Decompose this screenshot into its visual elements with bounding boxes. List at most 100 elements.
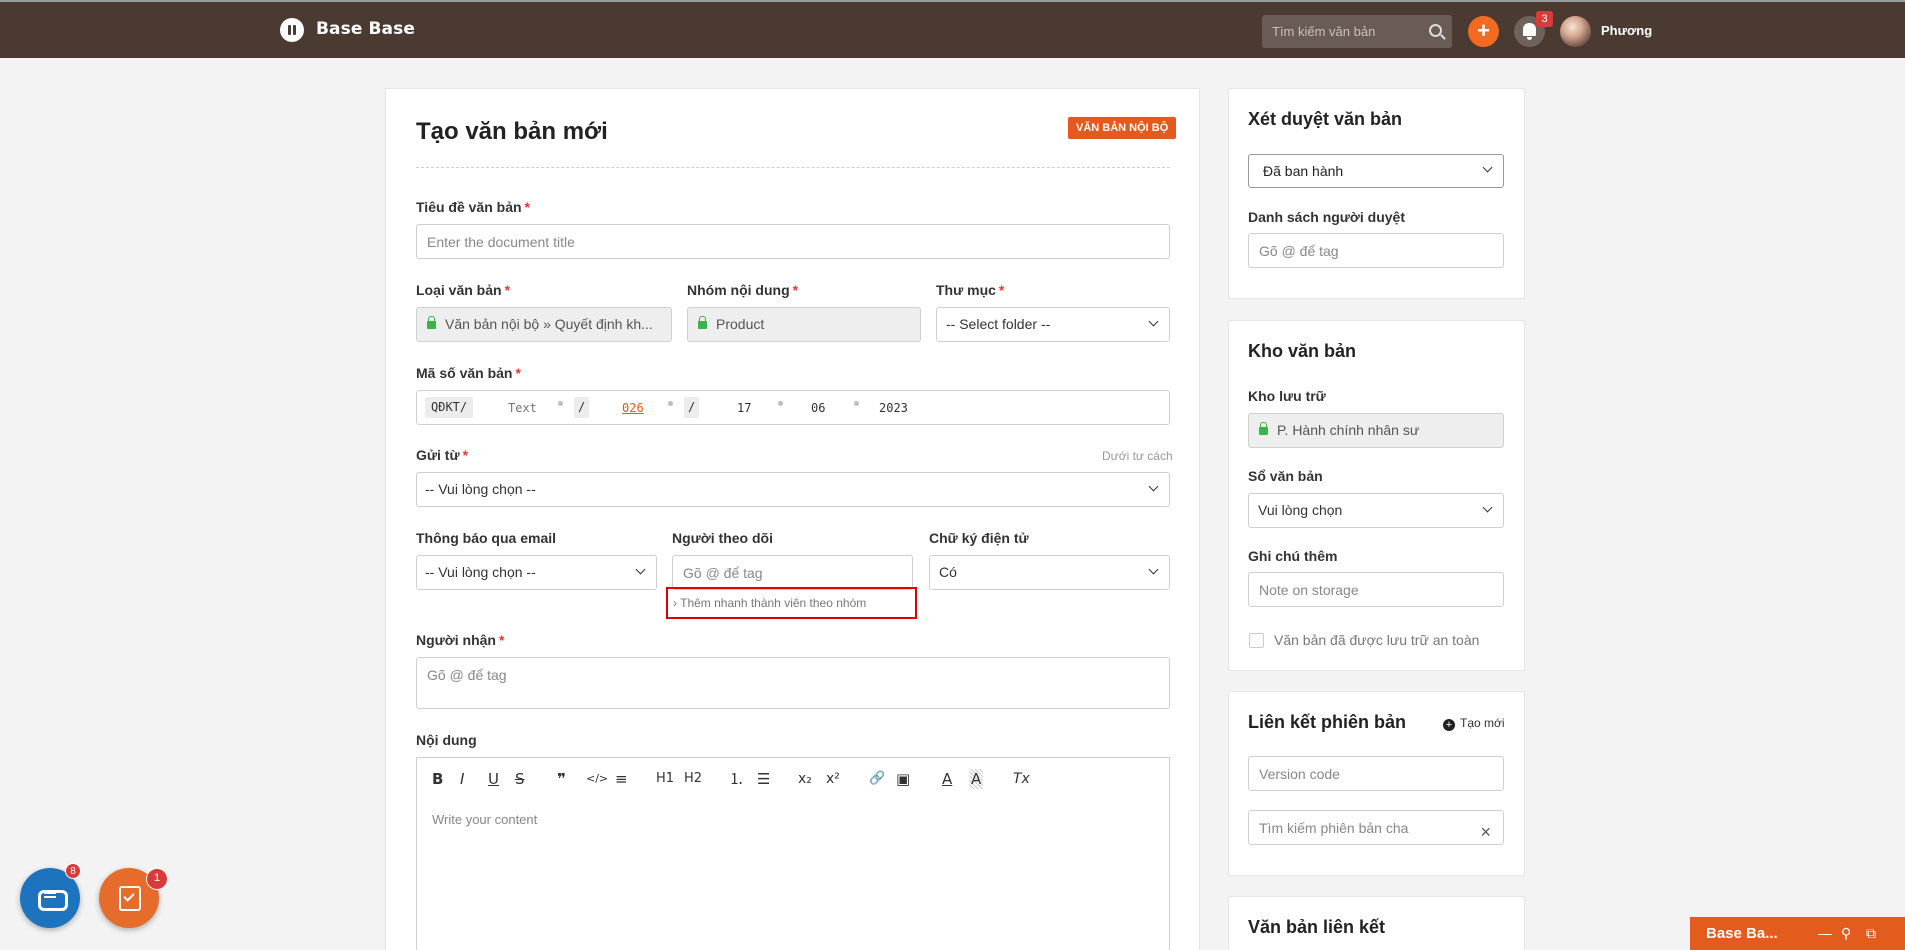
create-plus-button[interactable]: + — [1468, 16, 1499, 47]
task-badge: 1 — [146, 868, 168, 890]
doc-title-input[interactable] — [427, 225, 1169, 258]
group-label: Nhóm nội dung * — [687, 282, 799, 298]
code-number[interactable]: 026 — [622, 401, 644, 415]
book-select[interactable]: Vui lòng chọn — [1248, 493, 1504, 528]
book-label: Sổ văn bản — [1248, 468, 1323, 484]
linked-documents-title: Văn bản liên kết — [1248, 917, 1386, 937]
clear-format-button[interactable]: Tx — [1013, 769, 1030, 789]
open-external-icon[interactable]: ⧉ — [1866, 925, 1876, 942]
doc-title-field[interactable] — [416, 224, 1170, 259]
chevron-down-icon — [635, 564, 646, 575]
follower-field[interactable] — [672, 555, 913, 590]
create-new-version-button[interactable]: + Tạo mới — [1443, 716, 1505, 731]
background-color-button[interactable]: A — [969, 769, 984, 789]
folder-select[interactable]: -- Select folder -- — [936, 307, 1170, 342]
code-day[interactable]: 17 — [737, 401, 751, 415]
align-button[interactable]: ≡ — [615, 769, 628, 789]
subscript-button[interactable]: x₂ — [798, 769, 812, 789]
ordered-list-button[interactable]: ⒈ — [729, 769, 744, 789]
review-status-select[interactable]: Đã ban hành — [1248, 154, 1504, 188]
version-code-field[interactable] — [1248, 756, 1504, 791]
minimized-window[interactable]: Base Ba... — ⚲ ⧉ — [1690, 917, 1905, 950]
text-color-button[interactable]: A — [942, 769, 952, 789]
lock-icon — [427, 316, 436, 329]
chevron-down-icon — [1482, 502, 1493, 513]
approvers-label: Danh sách người duyệt — [1248, 209, 1406, 225]
group-field: Product — [687, 307, 921, 342]
e-signature-select[interactable]: Có — [929, 555, 1170, 590]
image-button[interactable]: ▣ — [896, 769, 910, 789]
follower-input[interactable] — [683, 556, 912, 589]
approvers-input[interactable] — [1259, 234, 1503, 267]
underline-button[interactable]: U — [488, 769, 499, 789]
heading1-button[interactable]: H1 — [656, 769, 674, 789]
content-editor[interactable]: Write your content — [416, 798, 1170, 950]
divider — [416, 167, 1170, 168]
archive-label: Kho lưu trữ — [1248, 388, 1326, 404]
separator-dot — [558, 401, 563, 406]
quick-add-group-link[interactable]: › Thêm nhanh thành viên theo nhóm — [666, 587, 917, 619]
follower-label: Người theo dõi — [672, 530, 773, 546]
search-icon[interactable]: ⚲ — [1841, 925, 1851, 942]
type-label: Loại văn bản * — [416, 282, 511, 298]
code-slash: / — [684, 397, 700, 418]
doc-title-label: Tiêu đề văn bản * — [416, 199, 530, 215]
quote-button[interactable]: ❞ — [557, 769, 566, 789]
search-icon[interactable] — [1429, 24, 1442, 37]
from-label: Gửi từ * — [416, 447, 469, 463]
code-block-button[interactable]: </> — [586, 769, 608, 789]
recipient-field[interactable] — [416, 657, 1170, 709]
parent-version-field[interactable]: × — [1248, 810, 1504, 845]
from-hint[interactable]: Dưới tư cách — [1102, 449, 1173, 463]
minimized-window-title[interactable]: Base Ba... — [1706, 925, 1778, 942]
version-code-input[interactable] — [1259, 757, 1503, 790]
bullet-list-button[interactable]: ☰ — [757, 769, 770, 789]
bold-button[interactable]: B — [432, 769, 443, 789]
italic-button[interactable]: I — [460, 769, 464, 789]
top-navigation-bar: Base Base + 3 Phương — [0, 0, 1905, 58]
note-input[interactable] — [1259, 573, 1503, 606]
link-button[interactable]: 🔗 — [869, 769, 885, 789]
base-logo-icon[interactable] — [280, 18, 304, 42]
user-name[interactable]: Phương — [1601, 23, 1652, 38]
search-input[interactable] — [1262, 15, 1422, 48]
chevron-down-icon — [1482, 162, 1493, 173]
content-label: Nội dung — [416, 732, 477, 748]
avatar[interactable] — [1560, 16, 1591, 47]
document-code-field[interactable]: QĐKT/ Text / 026 / 17 06 2023 — [416, 390, 1170, 425]
folder-label: Thư mục * — [936, 282, 1005, 298]
email-notify-select[interactable]: -- Vui lòng chọn -- — [416, 555, 657, 590]
page-title: Tạo văn bản mới — [416, 118, 608, 145]
internal-document-badge: VĂN BẢN NỘI BỘ — [1068, 117, 1177, 139]
code-slash: / — [574, 397, 590, 418]
parent-version-input[interactable] — [1259, 811, 1469, 844]
approvers-field[interactable] — [1248, 233, 1504, 268]
clear-icon[interactable]: × — [1480, 816, 1491, 844]
heading2-button[interactable]: H2 — [684, 769, 702, 789]
e-signature-label: Chữ ký điện tử — [929, 530, 1029, 546]
content-placeholder: Write your content — [432, 812, 538, 827]
strike-button[interactable]: S — [515, 769, 525, 789]
code-month[interactable]: 06 — [811, 401, 825, 415]
minimize-icon[interactable]: — — [1818, 925, 1832, 941]
superscript-button[interactable]: x² — [826, 769, 840, 789]
lock-icon — [698, 316, 707, 329]
from-select[interactable]: -- Vui lòng chọn -- — [416, 472, 1170, 507]
storage-title: Kho văn bản — [1248, 341, 1357, 361]
separator-dot — [668, 401, 673, 406]
recipient-label: Người nhận * — [416, 632, 505, 648]
code-prefix: QĐKT/ — [425, 397, 474, 418]
review-title: Xét duyệt văn bản — [1248, 109, 1403, 129]
code-text-input[interactable]: Text — [508, 401, 537, 415]
brand-name[interactable]: Base Base — [316, 19, 415, 39]
safe-storage-checkbox[interactable] — [1249, 633, 1264, 648]
notification-badge: 3 — [1536, 11, 1553, 27]
recipient-input[interactable] — [427, 664, 1169, 686]
chevron-down-icon — [1148, 316, 1159, 327]
code-year[interactable]: 2023 — [879, 401, 908, 415]
search-box — [1262, 15, 1452, 48]
note-field[interactable] — [1248, 572, 1504, 607]
lock-icon — [1259, 422, 1268, 435]
chat-badge: 8 — [65, 863, 81, 879]
separator-dot — [778, 401, 783, 406]
